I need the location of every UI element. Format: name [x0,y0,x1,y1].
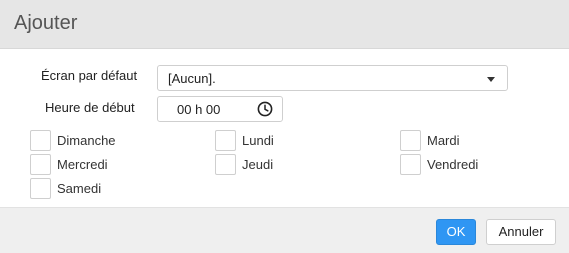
add-dialog: Ajouter Écran par défaut [Aucun]. Heure … [0,0,569,253]
checkbox[interactable] [215,130,236,151]
ok-button[interactable]: OK [436,219,476,245]
day-label: Jeudi [242,157,274,172]
start-time-input[interactable]: 00 h 00 [157,96,283,122]
checkbox[interactable] [400,130,421,151]
day-label: Lundi [242,133,274,148]
checkbox[interactable] [400,154,421,175]
day-label: Vendredi [427,157,479,172]
cancel-button[interactable]: Annuler [486,219,556,245]
dialog-title: Ajouter [14,12,78,34]
checkbox[interactable] [30,130,51,151]
chevron-down-icon [487,77,495,82]
start-time-value: 00 h 00 [177,102,221,117]
day-label: Dimanche [57,133,116,148]
dialog-footer: OK Annuler [0,207,569,253]
checkbox[interactable] [30,178,51,199]
day-label: Mardi [427,133,460,148]
clock-icon[interactable] [257,101,273,117]
checkbox[interactable] [215,154,236,175]
checkbox[interactable] [30,154,51,175]
start-time-label: Heure de début [45,100,135,115]
dialog-header: Ajouter [0,0,569,49]
default-screen-value: [Aucun]. [168,71,216,86]
default-screen-label: Écran par défaut [41,68,138,83]
day-label: Mercredi [57,157,108,172]
day-label: Samedi [57,181,102,196]
default-screen-select[interactable]: [Aucun]. [157,65,508,91]
